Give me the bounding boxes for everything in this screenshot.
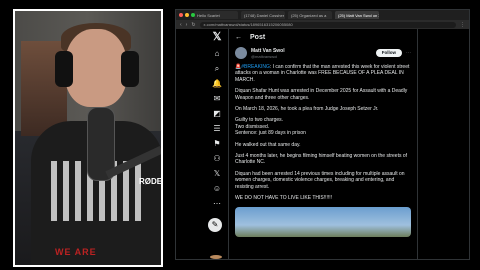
follow-button[interactable]: Follow xyxy=(375,49,402,57)
maximize-window-icon[interactable] xyxy=(191,13,195,17)
post-paragraph: Just 4 months later, he begins filming h… xyxy=(235,153,408,166)
post-body: 🚨#BREAKING: I can confirm that the man a… xyxy=(235,64,411,237)
post-more-icon[interactable]: ··· xyxy=(406,50,411,56)
tab-bar: Hello Scarlet (1748) Daniel Cossher Comm… xyxy=(176,10,469,20)
hashtag-link[interactable]: #BREAKING xyxy=(241,64,270,70)
nav-rail: 𝕏 ⌂ ⌕ 🔔 ✉ ◩ ☰ ⚑ ⚇ 𝕏 ☺ ⋯ ✎ xyxy=(176,29,228,259)
post-paragraph: Diquan had been arrested 14 previous tim… xyxy=(235,170,405,190)
post-paragraph: 🚨#BREAKING: I can confirm that the man a… xyxy=(235,64,411,83)
post-paragraph: Guilty to two charges. Two dismissed. Se… xyxy=(235,117,306,137)
url-field[interactable]: x.com/mattvanswol/status/189651631520605… xyxy=(199,21,456,28)
notifications-icon[interactable]: 🔔 xyxy=(212,79,222,89)
back-arrow-icon[interactable]: ← xyxy=(235,34,242,41)
address-bar: ‹ › ↻ x.com/mattvanswol/status/189651631… xyxy=(176,20,469,29)
more-icon[interactable]: ⋯ xyxy=(212,199,222,209)
browser-tab[interactable]: Hello Scarlet xyxy=(194,11,238,19)
forward-icon[interactable]: › xyxy=(186,22,188,28)
mic-brand-label: RØDE xyxy=(139,177,163,186)
extensions-icon[interactable]: ⋮ xyxy=(460,22,465,28)
author-handle[interactable]: @mattvanswol xyxy=(251,54,372,59)
shirt-text: WE ARE xyxy=(55,247,97,257)
post-column: ← Post Matt Van Swol @mattvanswol Follow… xyxy=(228,29,418,259)
browser-tab[interactable]: (25) Organized as a xyxy=(288,11,332,19)
search-icon[interactable]: ⌕ xyxy=(212,64,222,74)
reload-icon[interactable]: ↻ xyxy=(191,22,195,28)
post-paragraph: On March 18, 2026, he took a plea from J… xyxy=(235,106,379,113)
close-window-icon[interactable] xyxy=(179,13,183,17)
account-avatar[interactable] xyxy=(210,255,222,259)
browser-window: Hello Scarlet (1748) Daniel Cossher Comm… xyxy=(175,9,470,260)
author-avatar[interactable] xyxy=(235,47,247,59)
communities-icon[interactable]: ⚇ xyxy=(212,154,222,164)
post-author: Matt Van Swol @mattvanswol Follow ··· xyxy=(235,47,411,59)
browser-tab[interactable]: (1748) Daniel Cossher Commentary xyxy=(241,11,285,19)
post-media-image[interactable] xyxy=(235,206,411,237)
back-icon[interactable]: ‹ xyxy=(180,22,182,28)
post-paragraph: Diquan Shafar Hunt was arrested in Decem… xyxy=(235,88,408,101)
browser-tab-active[interactable]: (25) Matt Van Swol on X xyxy=(335,11,379,19)
window-controls[interactable] xyxy=(179,13,195,17)
grok-icon[interactable]: ◩ xyxy=(212,109,222,119)
right-gutter xyxy=(418,29,469,259)
webcam-feed: RØDE WE ARE xyxy=(13,9,163,267)
person-face xyxy=(65,29,127,107)
author-names: Matt Van Swol @mattvanswol xyxy=(251,48,372,59)
x-logo-icon[interactable]: 𝕏 xyxy=(212,31,222,44)
headphone-left xyxy=(55,51,73,87)
lists-icon[interactable]: ☰ xyxy=(212,124,222,134)
post-paragraph: WE DO NOT HAVE TO LIVE LIKE THIS!!!!!! xyxy=(235,195,333,202)
profile-icon[interactable]: ☺ xyxy=(212,184,222,194)
home-icon[interactable]: ⌂ xyxy=(212,49,222,59)
headphone-right xyxy=(121,51,139,87)
compose-post-icon[interactable]: ✎ xyxy=(208,218,222,232)
messages-icon[interactable]: ✉ xyxy=(212,94,222,104)
minimize-window-icon[interactable] xyxy=(185,13,189,17)
premium-icon[interactable]: 𝕏 xyxy=(212,169,222,179)
bookmarks-icon[interactable]: ⚑ xyxy=(212,139,222,149)
post-paragraph: He walked out that same day. xyxy=(235,141,301,148)
post-header: ← Post xyxy=(235,29,411,45)
post-header-title: Post xyxy=(250,33,266,41)
x-app: 𝕏 ⌂ ⌕ 🔔 ✉ ◩ ☰ ⚑ ⚇ 𝕏 ☺ ⋯ ✎ ← Post Matt Va… xyxy=(176,29,469,259)
